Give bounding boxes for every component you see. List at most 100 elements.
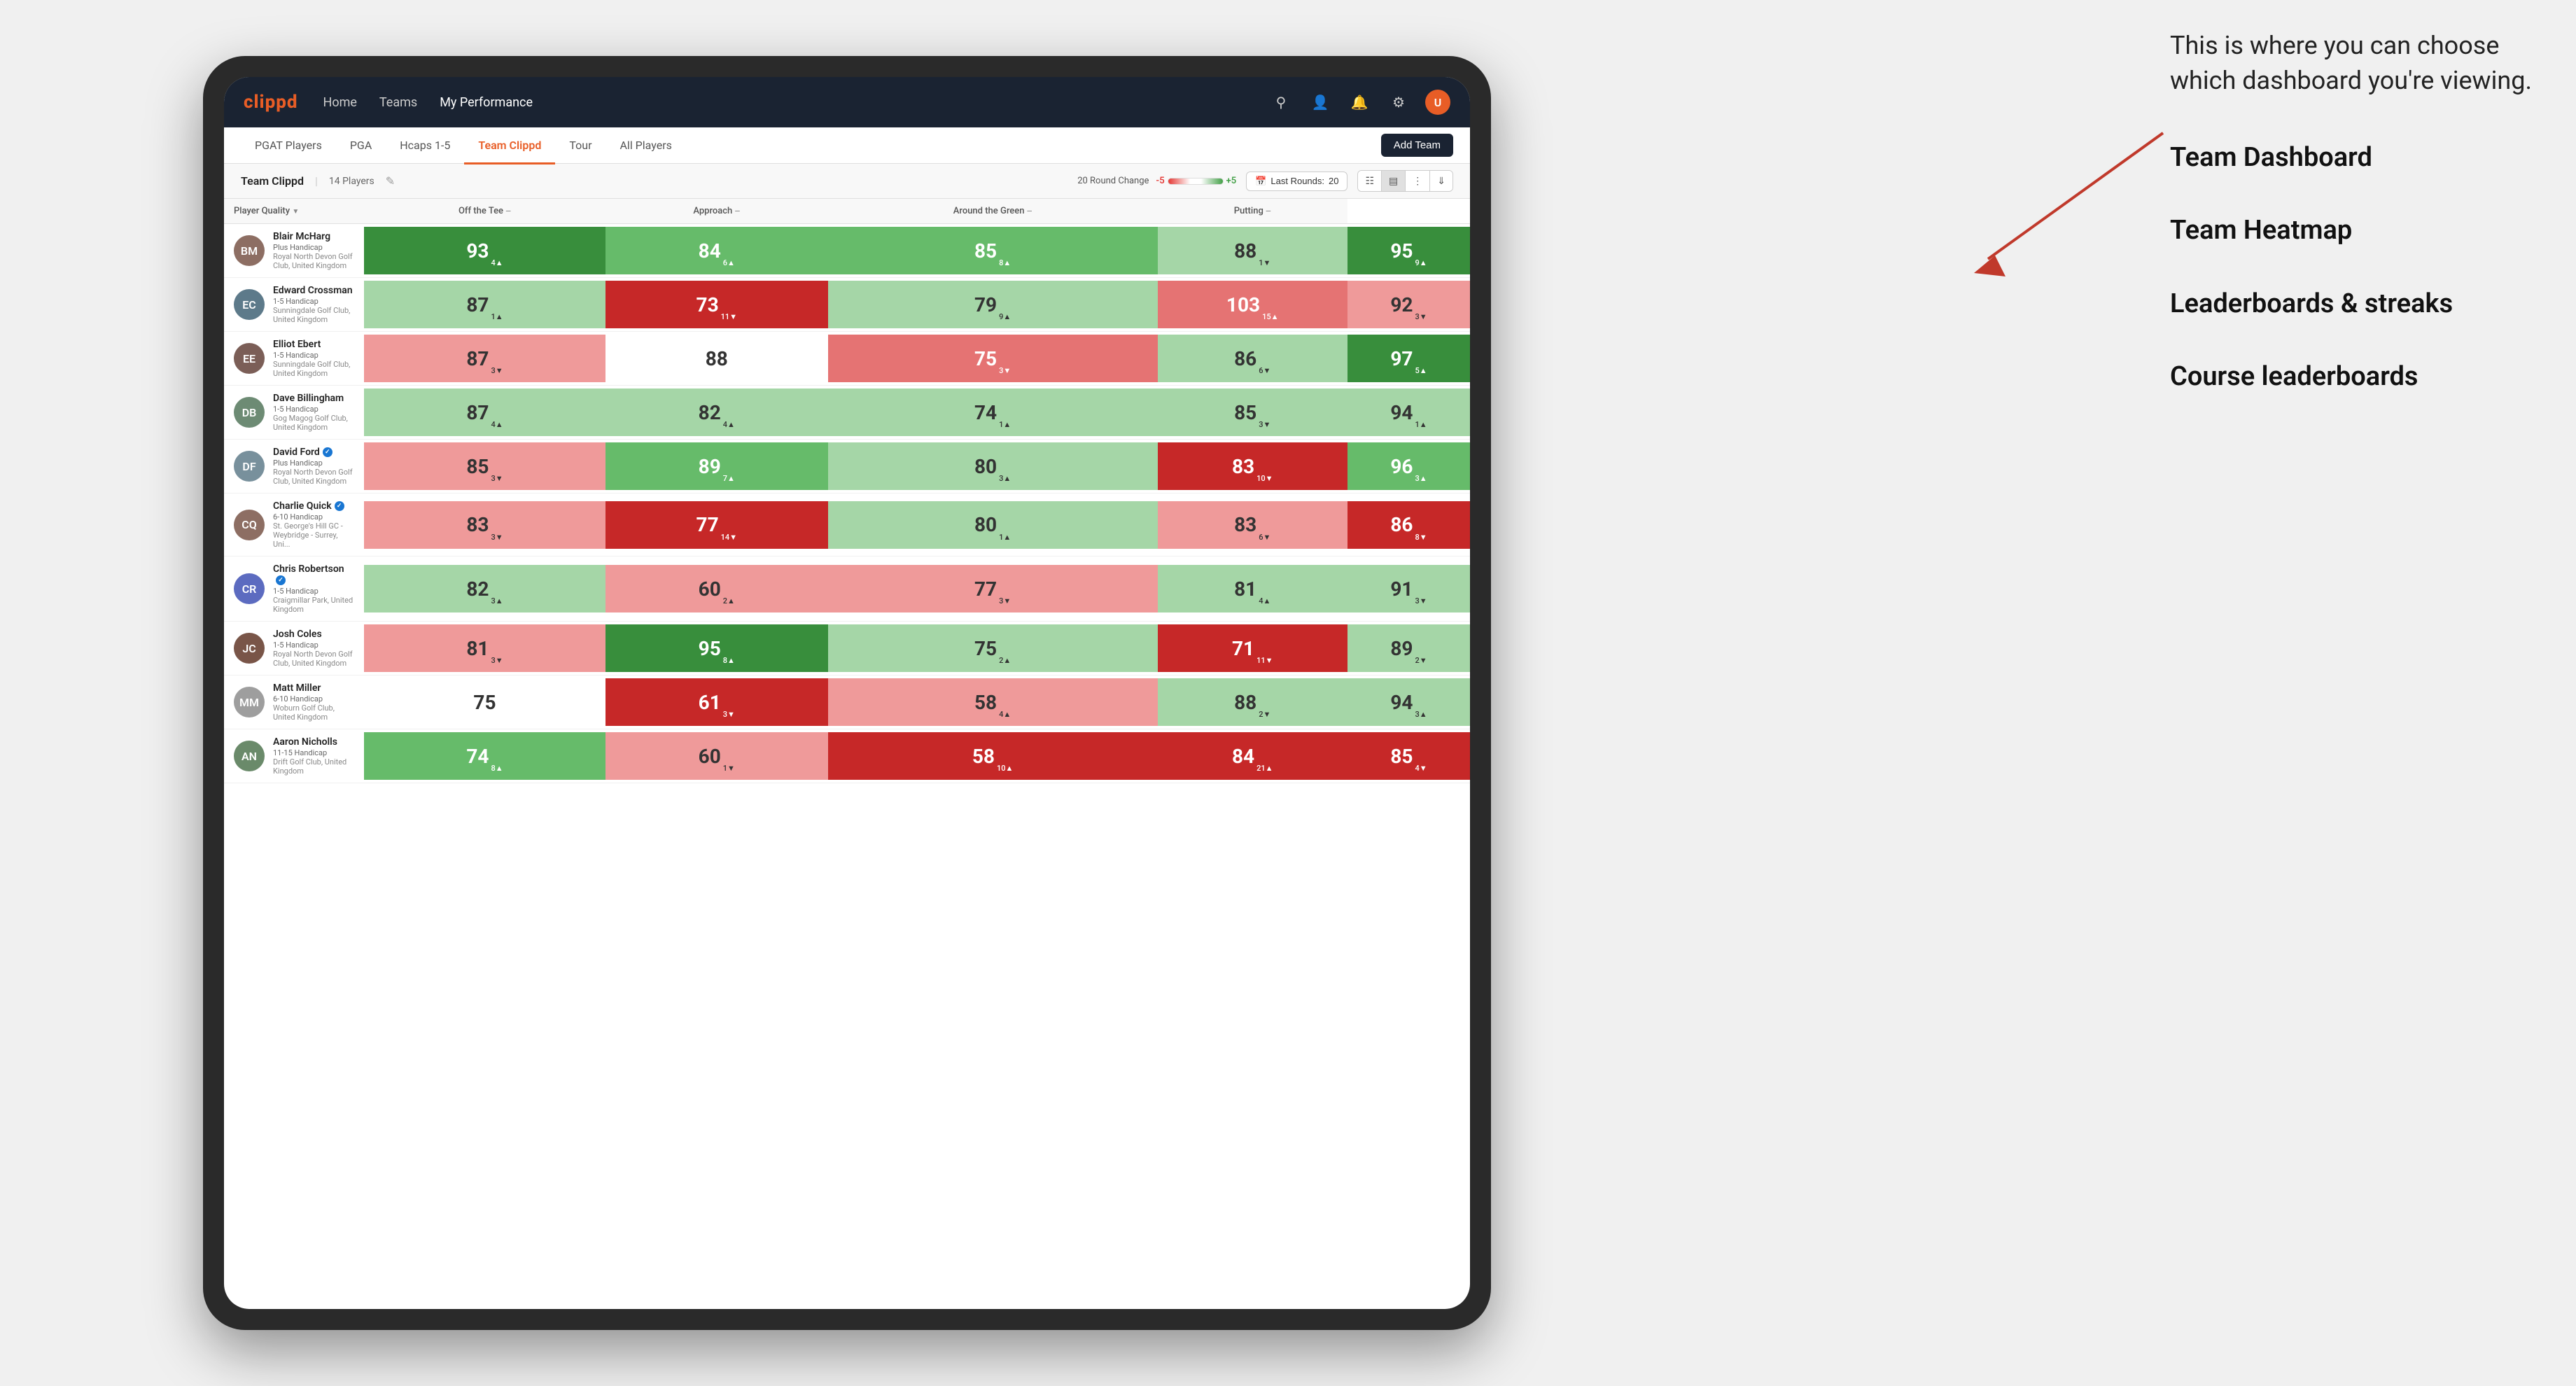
- player-handicap: Plus Handicap: [273, 243, 354, 252]
- score-change: 3▼: [491, 366, 503, 375]
- score-cell-6-1: 602▲: [606, 556, 828, 622]
- score-cell-4-3: 8310▼: [1158, 440, 1348, 493]
- score-value: 88: [706, 347, 728, 370]
- bell-icon[interactable]: 🔔: [1347, 90, 1372, 115]
- score-value: 89: [1390, 637, 1413, 660]
- table-row[interactable]: ANAaron Nicholls11-15 HandicapDrift Golf…: [224, 729, 1470, 783]
- player-name[interactable]: David Ford✓: [273, 447, 354, 458]
- score-change: 6▲: [723, 258, 735, 267]
- navbar-link-my-performance[interactable]: My Performance: [440, 92, 533, 113]
- score-value: 91: [1390, 578, 1413, 601]
- player-cell-6: CRChris Robertson✓1-5 HandicapCraigmilla…: [224, 556, 364, 622]
- player-cell-0: BMBlair McHargPlus HandicapRoyal North D…: [224, 224, 364, 278]
- tablet-screen: clippd Home Teams My Performance ⚲ 👤 🔔 ⚙ U…: [224, 77, 1470, 1309]
- score-value: 82: [466, 578, 489, 601]
- tab-pgat-players[interactable]: PGAT Players: [241, 128, 336, 164]
- tab-tour[interactable]: Tour: [555, 128, 606, 164]
- table-row[interactable]: CQCharlie Quick✓6-10 HandicapSt. George'…: [224, 493, 1470, 556]
- score-cell-0-4: 959▲: [1348, 224, 1470, 278]
- player-name[interactable]: Josh Coles: [273, 629, 354, 640]
- tab-hcaps-1-5[interactable]: Hcaps 1-5: [386, 128, 464, 164]
- score-value: 83: [466, 513, 489, 536]
- table-row[interactable]: EEElliot Ebert1-5 HandicapSunningdale Go…: [224, 332, 1470, 386]
- player-handicap: 1-5 Handicap: [273, 587, 354, 596]
- table-row[interactable]: MMMatt Miller6-10 HandicapWoburn Golf Cl…: [224, 676, 1470, 729]
- score-cell-1-1: 7311▼: [606, 278, 828, 332]
- score-value: 85: [1234, 401, 1256, 424]
- app-logo: clippd: [244, 92, 298, 113]
- player-name[interactable]: Aaron Nicholls: [273, 736, 354, 748]
- annotation-arrow: [1932, 119, 2177, 294]
- navbar-link-teams[interactable]: Teams: [379, 92, 417, 113]
- score-change: 1▼: [723, 764, 735, 773]
- score-cell-9-3: 8421▲: [1158, 729, 1348, 783]
- score-change: 8▲: [999, 258, 1011, 267]
- last-rounds-label: Last Rounds:: [1270, 176, 1324, 186]
- player-name[interactable]: Blair McHarg: [273, 231, 354, 242]
- annotation-items: Team DashboardTeam HeatmapLeaderboards &…: [2170, 141, 2534, 395]
- team-header-controls: 20 Round Change -5 +5 📅 Last Rounds: 20 …: [1077, 170, 1453, 192]
- player-cell-4: DFDavid Ford✓Plus HandicapRoyal North De…: [224, 440, 364, 493]
- player-name[interactable]: Matt Miller: [273, 682, 354, 694]
- player-name[interactable]: Edward Crossman: [273, 285, 354, 296]
- score-value: 75: [974, 347, 997, 370]
- view-toggle: ☷ ▤ ⋮ ⇓: [1357, 170, 1453, 192]
- score-change: 3▼: [491, 474, 503, 483]
- col-putting: Putting —: [1158, 199, 1348, 224]
- tab-all-players[interactable]: All Players: [606, 128, 685, 164]
- player-avatar: MM: [234, 687, 265, 718]
- user-avatar[interactable]: U: [1425, 90, 1450, 115]
- tab-bar: PGAT PlayersPGAHcaps 1-5Team ClippdTourA…: [224, 127, 1470, 164]
- score-value: 85: [974, 239, 997, 262]
- score-value: 81: [1234, 578, 1256, 601]
- player-name[interactable]: Dave Billingham: [273, 393, 354, 404]
- table-row[interactable]: ECEdward Crossman1-5 HandicapSunningdale…: [224, 278, 1470, 332]
- score-value: 86: [1390, 513, 1413, 536]
- settings-icon[interactable]: ⚙: [1386, 90, 1411, 115]
- tab-pga[interactable]: PGA: [336, 128, 386, 164]
- player-handicap: 1-5 Handicap: [273, 405, 354, 414]
- player-handicap: 11-15 Handicap: [273, 748, 354, 757]
- user-icon[interactable]: 👤: [1308, 90, 1333, 115]
- player-avatar: EE: [234, 343, 265, 374]
- table-row[interactable]: BMBlair McHargPlus HandicapRoyal North D…: [224, 224, 1470, 278]
- player-club: Royal North Devon Golf Club, United King…: [273, 468, 354, 486]
- score-change: 3▼: [1415, 596, 1427, 606]
- add-team-button[interactable]: Add Team: [1381, 134, 1453, 157]
- tab-team-clippd[interactable]: Team Clippd: [464, 128, 555, 164]
- score-change: 10▲: [997, 764, 1013, 773]
- edit-team-icon[interactable]: ✎: [386, 174, 395, 188]
- score-change: 1▲: [1415, 420, 1427, 429]
- table-row[interactable]: CRChris Robertson✓1-5 HandicapCraigmilla…: [224, 556, 1470, 622]
- score-change: 1▲: [491, 312, 503, 321]
- score-change: 3▼: [999, 596, 1011, 606]
- score-cell-7-0: 813▼: [364, 622, 606, 676]
- heatmap-view-button[interactable]: ▤: [1382, 171, 1406, 191]
- score-cell-7-2: 752▲: [828, 622, 1158, 676]
- score-cell-7-3: 7111▼: [1158, 622, 1348, 676]
- score-value: 77: [974, 578, 997, 601]
- player-name[interactable]: Charlie Quick✓: [273, 500, 354, 512]
- player-avatar: EC: [234, 289, 265, 320]
- player-name[interactable]: Chris Robertson✓: [273, 564, 354, 586]
- tablet-frame: clippd Home Teams My Performance ⚲ 👤 🔔 ⚙ U…: [203, 56, 1491, 1330]
- table-row[interactable]: JCJosh Coles1-5 HandicapRoyal North Devo…: [224, 622, 1470, 676]
- score-cell-2-3: 866▼: [1158, 332, 1348, 386]
- player-avatar: AN: [234, 741, 265, 771]
- search-icon[interactable]: ⚲: [1268, 90, 1294, 115]
- table-row[interactable]: DFDavid Ford✓Plus HandicapRoyal North De…: [224, 440, 1470, 493]
- download-button[interactable]: ⇓: [1430, 171, 1452, 191]
- score-value: 73: [696, 293, 719, 316]
- annotation-item: Leaderboards & streaks: [2170, 287, 2534, 321]
- score-cell-6-4: 913▼: [1348, 556, 1470, 622]
- navbar-link-home[interactable]: Home: [323, 92, 356, 113]
- score-cell-9-2: 5810▲: [828, 729, 1158, 783]
- calendar-icon: 📅: [1255, 176, 1266, 187]
- score-change: 3▲: [491, 596, 503, 606]
- score-value: 83: [1234, 513, 1256, 536]
- player-name[interactable]: Elliot Ebert: [273, 339, 354, 350]
- table-row[interactable]: DBDave Billingham1-5 HandicapGog Magog G…: [224, 386, 1470, 440]
- last-rounds-button[interactable]: 📅 Last Rounds: 20: [1246, 172, 1348, 191]
- grid-view-button[interactable]: ☷: [1358, 171, 1382, 191]
- list-view-button[interactable]: ⋮: [1406, 171, 1430, 191]
